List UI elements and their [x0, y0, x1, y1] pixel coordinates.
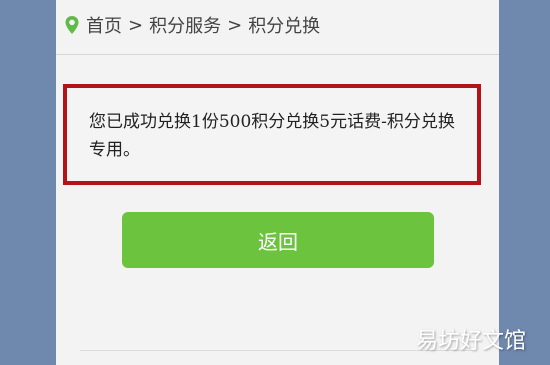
success-message-text: 您已成功兑换1份500积分兑换5元话费-积分兑换专用。	[89, 112, 455, 160]
breadcrumb-separator: >	[227, 14, 243, 36]
breadcrumb-home[interactable]: 首页	[86, 12, 122, 38]
success-message-box: 您已成功兑换1份500积分兑换5元话费-积分兑换专用。	[63, 84, 481, 185]
header-divider	[56, 54, 499, 55]
breadcrumb: 首页 > 积分服务 > 积分兑换	[64, 10, 320, 40]
back-button[interactable]: 返回	[122, 212, 434, 268]
content-panel: 首页 > 积分服务 > 积分兑换 您已成功兑换1份500积分兑换5元话费-积分兑…	[56, 0, 499, 365]
watermark: 易坊好文馆	[415, 329, 526, 354]
location-pin-icon	[64, 15, 80, 35]
breadcrumb-separator: >	[128, 14, 144, 36]
breadcrumb-current: 积分兑换	[248, 16, 321, 37]
breadcrumb-section[interactable]: 积分服务	[149, 12, 221, 38]
footer-divider	[80, 350, 473, 351]
